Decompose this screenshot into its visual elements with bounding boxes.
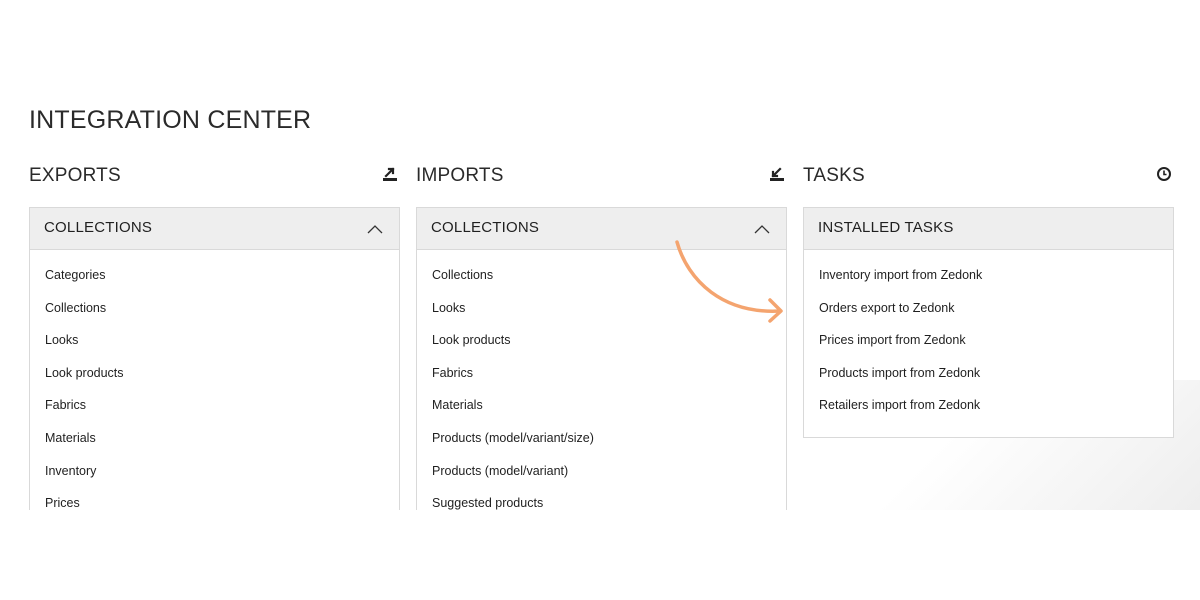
imports-header: IMPORTS xyxy=(416,165,787,191)
chevron-up-icon[interactable] xyxy=(366,222,384,236)
list-item[interactable]: Inventory xyxy=(30,463,399,496)
list-item[interactable]: Fabrics xyxy=(30,397,399,430)
page-bottom xyxy=(0,510,1200,600)
exports-collections-toggle[interactable]: COLLECTIONS xyxy=(30,208,399,250)
exports-title: EXPORTS xyxy=(29,165,121,186)
import-icon[interactable] xyxy=(768,165,786,183)
tasks-header: TASKS xyxy=(803,165,1174,191)
list-item[interactable]: Categories xyxy=(30,267,399,300)
list-item[interactable]: Products (model/variant) xyxy=(417,463,786,496)
chevron-up-icon[interactable] xyxy=(753,222,771,236)
page-title: INTEGRATION CENTER xyxy=(29,106,312,134)
tasks-list: Inventory import from Zedonk Orders expo… xyxy=(804,250,1173,437)
task-item[interactable]: Orders export to Zedonk xyxy=(804,300,1173,333)
list-item[interactable]: Materials xyxy=(417,397,786,430)
list-item[interactable]: Collections xyxy=(30,300,399,333)
list-item[interactable]: Fabrics xyxy=(417,365,786,398)
list-item[interactable]: Materials xyxy=(30,430,399,463)
panel-header-label: COLLECTIONS xyxy=(44,219,153,236)
list-item[interactable]: Looks xyxy=(30,332,399,365)
installed-tasks-panel: INSTALLED TASKS Inventory import from Ze… xyxy=(803,207,1174,438)
installed-tasks-header: INSTALLED TASKS xyxy=(804,208,1173,250)
exports-collections-panel: COLLECTIONS Categories Collections Looks… xyxy=(29,207,400,528)
list-item[interactable]: Look products xyxy=(417,332,786,365)
list-item[interactable]: Look products xyxy=(30,365,399,398)
task-item[interactable]: Retailers import from Zedonk xyxy=(804,397,1173,430)
task-item[interactable]: Prices import from Zedonk xyxy=(804,332,1173,365)
imports-title: IMPORTS xyxy=(416,165,504,186)
clock-icon[interactable] xyxy=(1155,165,1173,183)
export-icon[interactable] xyxy=(381,165,399,183)
task-item[interactable]: Products import from Zedonk xyxy=(804,365,1173,398)
task-item[interactable]: Inventory import from Zedonk xyxy=(804,267,1173,300)
panel-header-label: COLLECTIONS xyxy=(431,219,540,236)
annotation-arrow xyxy=(675,240,783,323)
exports-header: EXPORTS xyxy=(29,165,400,191)
exports-list: Categories Collections Looks Look produc… xyxy=(30,250,399,528)
panel-header-label: INSTALLED TASKS xyxy=(818,219,954,236)
tasks-title: TASKS xyxy=(803,165,865,186)
list-item[interactable]: Products (model/variant/size) xyxy=(417,430,786,463)
